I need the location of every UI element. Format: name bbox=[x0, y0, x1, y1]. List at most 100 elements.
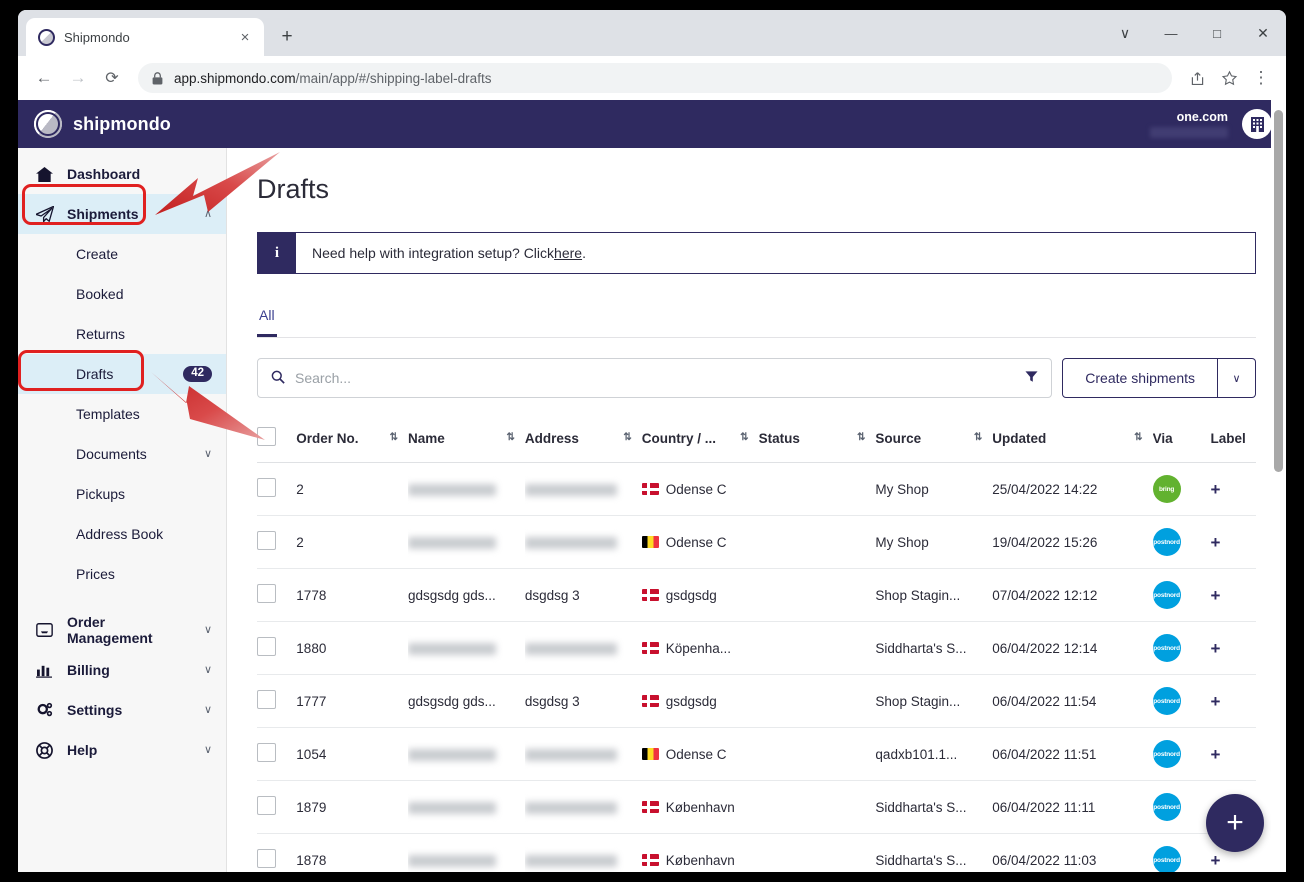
add-shipment-fab[interactable]: + bbox=[1206, 794, 1264, 852]
table-header-order_no[interactable]: Order No.⇅ bbox=[296, 417, 408, 463]
row-checkbox[interactable] bbox=[257, 743, 276, 762]
sidebar-item-settings[interactable]: Settings ∨ bbox=[18, 690, 226, 730]
create-label-icon[interactable]: + bbox=[1210, 533, 1220, 552]
create-shipments-group: Create shipments ∨ bbox=[1062, 358, 1256, 398]
sidebar-item-shipments[interactable]: Shipments∧ bbox=[18, 194, 226, 234]
page-scrollbar-thumb[interactable] bbox=[1274, 110, 1283, 472]
cell-label: + bbox=[1210, 516, 1256, 569]
chevron-up-icon[interactable]: ∧ bbox=[204, 209, 212, 220]
table-row[interactable]: 1880Köpenha...Siddharta's S...06/04/2022… bbox=[257, 622, 1256, 675]
sort-toggle-icon[interactable]: ⇅ bbox=[623, 433, 637, 443]
table-header-name[interactable]: Name⇅ bbox=[408, 417, 525, 463]
sidebar-item-pickups[interactable]: Pickups bbox=[18, 474, 226, 514]
search-box[interactable] bbox=[257, 358, 1052, 398]
close-window-button[interactable]: ✕ bbox=[1240, 13, 1286, 53]
row-checkbox bbox=[257, 781, 296, 834]
create-label-icon[interactable]: + bbox=[1210, 851, 1220, 870]
sort-toggle-icon[interactable]: ⇅ bbox=[857, 433, 871, 443]
carrier-bring-icon: bring bbox=[1153, 475, 1181, 503]
chevron-down-icon[interactable]: ∨ bbox=[204, 745, 212, 756]
address-bar[interactable]: app.shipmondo.com/main/app/#/shipping-la… bbox=[138, 63, 1172, 93]
row-checkbox[interactable] bbox=[257, 637, 276, 656]
sidebar-item-help[interactable]: Help∨ bbox=[18, 730, 226, 770]
forward-icon[interactable]: → bbox=[62, 62, 94, 94]
table-header-updated[interactable]: Updated⇅ bbox=[992, 417, 1152, 463]
chevron-down-icon[interactable]: ∨ bbox=[1102, 13, 1148, 53]
sidebar-item-drafts[interactable]: Drafts42 bbox=[18, 354, 226, 394]
create-label-icon[interactable]: + bbox=[1210, 692, 1220, 711]
create-shipments-dropdown-caret[interactable]: ∨ bbox=[1218, 358, 1256, 398]
sidebar-item-returns[interactable]: Returns bbox=[18, 314, 226, 354]
sidebar-item-booked[interactable]: Booked bbox=[18, 274, 226, 314]
table-header-country[interactable]: Country / ...⇅ bbox=[642, 417, 759, 463]
minimize-button[interactable]: — bbox=[1148, 13, 1194, 53]
funnel-icon[interactable] bbox=[1025, 370, 1038, 386]
row-checkbox[interactable] bbox=[257, 690, 276, 709]
sort-toggle-icon[interactable]: ⇅ bbox=[1134, 433, 1148, 443]
chevron-down-icon[interactable]: ∨ bbox=[204, 449, 212, 460]
new-tab-button[interactable]: + bbox=[274, 23, 300, 49]
cell-source: My Shop bbox=[875, 463, 992, 516]
redacted-address bbox=[525, 749, 617, 761]
sidebar-item-templates[interactable]: Templates bbox=[18, 394, 226, 434]
sort-toggle-icon[interactable]: ⇅ bbox=[740, 433, 754, 443]
bookmark-star-icon[interactable] bbox=[1214, 63, 1244, 93]
row-checkbox[interactable] bbox=[257, 796, 276, 815]
table-header-source[interactable]: Source⇅ bbox=[875, 417, 992, 463]
cell-updated: 06/04/2022 11:03 bbox=[992, 834, 1152, 873]
create-label-icon[interactable]: + bbox=[1210, 480, 1220, 499]
sidebar-item-label: Prices bbox=[76, 566, 212, 582]
close-icon[interactable]: × bbox=[234, 26, 256, 48]
sidebar-item-dashboard[interactable]: Dashboard bbox=[18, 154, 226, 194]
table-row[interactable]: 2Odense CMy Shop25/04/2022 14:22bring+ bbox=[257, 463, 1256, 516]
redacted-name bbox=[408, 802, 496, 814]
page-scrollbar-track[interactable] bbox=[1271, 100, 1286, 872]
chevron-down-icon[interactable]: ∨ bbox=[204, 625, 212, 636]
table-header-address[interactable]: Address⇅ bbox=[525, 417, 642, 463]
sidebar-item-label: Settings bbox=[67, 702, 191, 718]
table-row[interactable]: 1879KøbenhavnSiddharta's S...06/04/2022 … bbox=[257, 781, 1256, 834]
sort-toggle-icon[interactable]: ⇅ bbox=[390, 433, 404, 443]
app-logo[interactable]: shipmondo bbox=[34, 110, 171, 138]
sidebar-item-address-book[interactable]: Address Book bbox=[18, 514, 226, 554]
row-checkbox[interactable] bbox=[257, 584, 276, 603]
table-row[interactable]: 1054Odense Cqadxb101.1...06/04/2022 11:5… bbox=[257, 728, 1256, 781]
select-all-checkbox[interactable] bbox=[257, 427, 276, 446]
chevron-down-icon[interactable]: ∨ bbox=[204, 665, 212, 676]
reload-icon[interactable]: ⟳ bbox=[96, 62, 128, 94]
tab-all[interactable]: All bbox=[257, 302, 277, 337]
sidebar-item-order-management[interactable]: Order Management ∨ bbox=[18, 610, 226, 650]
chevron-down-icon[interactable]: ∨ bbox=[204, 705, 212, 716]
table-row[interactable]: 2Odense CMy Shop19/04/2022 15:26postnord… bbox=[257, 516, 1256, 569]
row-checkbox[interactable] bbox=[257, 478, 276, 497]
table-row[interactable]: 1778gdsgsdg gds...dsgdsg 3gsdgsdgShop St… bbox=[257, 569, 1256, 622]
sidebar-item-prices[interactable]: Prices bbox=[18, 554, 226, 594]
create-label-icon[interactable]: + bbox=[1210, 745, 1220, 764]
browser-window: Shipmondo × + ∨ — □ ✕ ← → ⟳ app.shipmond… bbox=[18, 10, 1286, 872]
maximize-button[interactable]: □ bbox=[1194, 13, 1240, 53]
search-input[interactable] bbox=[295, 370, 1015, 386]
account-avatar[interactable] bbox=[1242, 109, 1272, 139]
sort-toggle-icon[interactable]: ⇅ bbox=[506, 433, 520, 443]
sidebar-item-billing[interactable]: Billing∨ bbox=[18, 650, 226, 690]
country-label: gsdgsdg bbox=[666, 694, 717, 709]
row-checkbox[interactable] bbox=[257, 531, 276, 550]
row-checkbox[interactable] bbox=[257, 849, 276, 868]
sidebar-item-label: Order Management bbox=[67, 614, 191, 646]
share-icon[interactable] bbox=[1182, 63, 1212, 93]
browser-tab[interactable]: Shipmondo × bbox=[26, 18, 264, 56]
create-label-icon[interactable]: + bbox=[1210, 586, 1220, 605]
table-row[interactable]: 1777gdsgsdg gds...dsgdsg 3gsdgsdgShop St… bbox=[257, 675, 1256, 728]
sort-toggle-icon[interactable]: ⇅ bbox=[974, 433, 988, 443]
browser-menu-icon[interactable]: ⋮ bbox=[1246, 63, 1276, 93]
sidebar-item-create[interactable]: Create bbox=[18, 234, 226, 274]
create-shipments-button[interactable]: Create shipments bbox=[1062, 358, 1218, 398]
create-label-icon[interactable]: + bbox=[1210, 639, 1220, 658]
sidebar-item-documents[interactable]: Documents∨ bbox=[18, 434, 226, 474]
info-banner-link[interactable]: here bbox=[554, 245, 582, 261]
table-row[interactable]: 1878KøbenhavnSiddharta's S...06/04/2022 … bbox=[257, 834, 1256, 873]
cell-status bbox=[759, 675, 876, 728]
back-icon[interactable]: ← bbox=[28, 62, 60, 94]
table-header-status[interactable]: Status⇅ bbox=[759, 417, 876, 463]
home-icon bbox=[35, 167, 54, 182]
